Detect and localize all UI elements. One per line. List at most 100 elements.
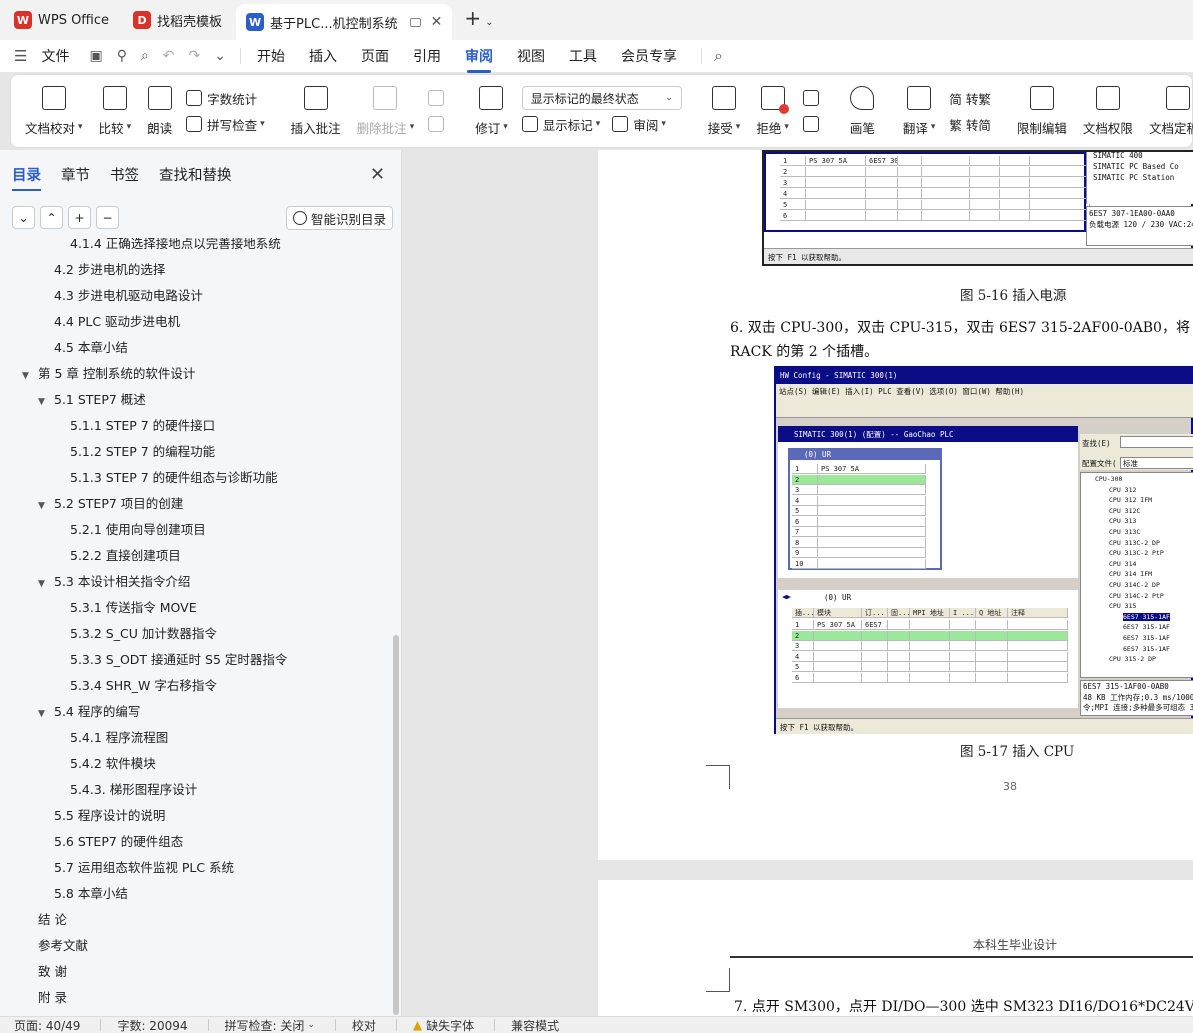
close-tab-icon[interactable]: ✕ xyxy=(431,14,443,30)
word-count-button[interactable]: 字数统计 xyxy=(186,85,265,111)
toc-item[interactable]: 5.4.2 软件模块 xyxy=(70,754,156,774)
menu-view[interactable]: 视图 xyxy=(517,46,545,66)
review-pane-button[interactable]: 审阅 ▾ xyxy=(612,115,666,134)
expand-triangle-icon[interactable]: ▼ xyxy=(38,574,54,594)
toc-item[interactable]: 附 录 xyxy=(38,988,67,1008)
page-indicator[interactable]: 页面: 40/49 xyxy=(14,1017,80,1033)
toc-item[interactable]: 5.7 运用组态软件监视 PLC 系统 xyxy=(54,858,234,878)
insert-comment-button[interactable]: 插入批注 xyxy=(291,85,341,137)
expand-triangle-icon[interactable]: ▼ xyxy=(38,392,54,412)
menu-tools[interactable]: 工具 xyxy=(569,46,597,66)
new-tab-icon[interactable]: + xyxy=(464,6,481,30)
nav-tab-bookmarks[interactable]: 书签 xyxy=(110,164,139,185)
read-aloud-button[interactable]: 朗读 xyxy=(147,85,172,137)
toc-item[interactable]: 5.2.1 使用向导创建项目 xyxy=(70,520,206,540)
toc-item[interactable]: ▼ 5.2 STEP7 项目的创建 xyxy=(38,494,183,514)
menu-review[interactable]: 审阅 xyxy=(465,46,493,73)
toc-item[interactable]: ▼ 5.4 程序的编写 xyxy=(38,702,140,722)
nav-tab-toc[interactable]: 目录 xyxy=(12,164,41,191)
toc-item[interactable]: 4.3 步进电机驱动电路设计 xyxy=(54,286,203,306)
expand-triangle-icon[interactable]: ▼ xyxy=(22,366,38,386)
delete-comment-button[interactable]: 删除批注 ▾ xyxy=(357,85,414,137)
hamburger-menu-icon[interactable]: ☰ xyxy=(14,47,27,65)
revise-button[interactable]: 修订 ▾ xyxy=(475,85,508,137)
nav-tab-find-replace[interactable]: 查找和替换 xyxy=(159,164,232,185)
spell-check-indicator[interactable]: 拼写检查: 关闭 ⌄ xyxy=(225,1017,315,1033)
print-preview-icon[interactable]: ⌕ xyxy=(141,48,149,64)
toc-item[interactable]: 5.1.2 STEP 7 的编程功能 xyxy=(70,442,215,462)
toc-item[interactable]: ▼ 第 5 章 控制系统的软件设计 xyxy=(22,364,195,384)
menu-home[interactable]: 开始 xyxy=(257,46,285,66)
expand-triangle-icon[interactable]: ▼ xyxy=(38,496,54,516)
word-count-indicator[interactable]: 字数: 20094 xyxy=(117,1017,187,1033)
search-icon[interactable]: ⌕ xyxy=(714,46,723,66)
show-markup-button[interactable]: 显示标记 ▾ xyxy=(521,115,600,134)
toc-item[interactable]: ▼ 5.3 本设计相关指令介绍 xyxy=(38,572,190,592)
quick-access-more-icon[interactable]: ⌄ xyxy=(214,48,226,64)
add-toc-entry-button[interactable]: + xyxy=(68,206,91,229)
window-mode-icon[interactable] xyxy=(409,17,421,27)
redo-icon[interactable]: ↷ xyxy=(189,48,201,64)
menu-file[interactable]: 文件 xyxy=(41,46,69,66)
menu-references[interactable]: 引用 xyxy=(413,46,441,66)
undo-icon[interactable]: ↶ xyxy=(163,48,175,64)
collapse-all-button[interactable]: ⌄ xyxy=(12,206,35,229)
restrict-edit-button[interactable]: 限制编辑 xyxy=(1017,85,1067,137)
toc-item[interactable]: ▼ 5.1 STEP7 概述 xyxy=(38,390,146,410)
toc-item[interactable]: 5.3.4 SHR_W 字右移指令 xyxy=(70,676,217,696)
doc-permission-button[interactable]: 文档权限 xyxy=(1083,85,1133,137)
save-icon[interactable]: ▣ xyxy=(89,48,102,64)
menu-page[interactable]: 页面 xyxy=(361,46,389,66)
next-revision-button[interactable] xyxy=(802,111,824,137)
remove-toc-entry-button[interactable]: − xyxy=(96,206,119,229)
toc-item[interactable]: 5.3.1 传送指令 MOVE xyxy=(70,598,197,618)
nav-tab-chapters[interactable]: 章节 xyxy=(61,164,90,185)
toc-item[interactable]: 5.2.2 直接创建项目 xyxy=(70,546,181,566)
table-cell xyxy=(888,672,910,683)
markup-state-dropdown[interactable]: 显示标记的最终状态 ⌄ xyxy=(521,86,682,110)
chevron-down-icon[interactable]: ⌄ xyxy=(485,17,493,28)
toc-item[interactable]: 致 谢 xyxy=(38,962,67,982)
expand-all-button[interactable]: ⌃ xyxy=(40,206,63,229)
toc-item[interactable]: 5.3.2 S_CU 加计数器指令 xyxy=(70,624,217,644)
missing-font-indicator[interactable]: ▲ 缺失字体 xyxy=(413,1017,474,1033)
menu-insert[interactable]: 插入 xyxy=(309,46,337,66)
close-icon[interactable]: ✕ xyxy=(370,164,385,185)
toc-item[interactable]: 5.4.1 程序流程图 xyxy=(70,728,168,748)
toc-item[interactable]: 4.4 PLC 驱动步进电机 xyxy=(54,312,180,332)
share-icon[interactable]: ⚲ xyxy=(117,48,127,64)
toc-item[interactable]: 4.1.4 正确选择接地点以完善接地系统 xyxy=(70,238,281,254)
toc-item[interactable]: 4.5 本章小结 xyxy=(54,338,128,358)
toc-item[interactable]: 结 论 xyxy=(38,910,67,930)
prev-comment-button[interactable] xyxy=(428,85,449,111)
doc-proof-button[interactable]: 文档校对 ▾ xyxy=(25,85,83,137)
next-comment-button[interactable] xyxy=(428,111,449,137)
pen-button[interactable]: 画笔 xyxy=(850,85,875,137)
tab-current-document[interactable]: W 基于PLC...机控制系统 ✕ xyxy=(236,4,453,40)
finalize-button[interactable]: 文档定稿▾ xyxy=(1149,85,1193,137)
toc-item[interactable]: 5.3.3 S_ODT 接通延时 S5 定时器指令 xyxy=(70,650,287,670)
compare-button[interactable]: 比较 ▾ xyxy=(99,85,131,137)
toc-item[interactable]: 4.2 步进电机的选择 xyxy=(54,260,165,280)
simp-to-trad-button[interactable]: 简 转繁 xyxy=(949,85,990,111)
nav-scrollbar-thumb[interactable] xyxy=(393,635,399,1015)
menu-member[interactable]: 会员专享 xyxy=(621,46,677,66)
tab-docer-templates[interactable]: D 找稻壳模板 xyxy=(123,4,232,36)
expand-triangle-icon[interactable]: ▼ xyxy=(38,704,54,724)
accept-button[interactable]: 接受 ▾ xyxy=(708,85,740,137)
toc-item[interactable]: 5.1.3 STEP 7 的硬件组态与诊断功能 xyxy=(70,468,278,488)
trad-to-simp-button[interactable]: 繁 转简 xyxy=(949,111,990,137)
spell-check-button[interactable]: 拼写检查 ▾ xyxy=(186,111,265,137)
translate-button[interactable]: 翻译 ▾ xyxy=(903,85,935,137)
toc-item[interactable]: 5.5 程序设计的说明 xyxy=(54,806,165,826)
proof-indicator[interactable]: 校对 xyxy=(352,1017,376,1033)
smart-toc-button[interactable]: 智能识别目录 xyxy=(286,206,394,230)
tab-wps-office[interactable]: W WPS Office xyxy=(4,4,119,36)
toc-item[interactable]: 参考文献 xyxy=(38,936,88,956)
toc-item[interactable]: 5.4.3. 梯形图程序设计 xyxy=(70,780,197,800)
toc-item[interactable]: 5.1.1 STEP 7 的硬件接口 xyxy=(70,416,215,436)
prev-revision-button[interactable] xyxy=(802,85,824,111)
toc-item[interactable]: 5.6 STEP7 的硬件组态 xyxy=(54,832,183,852)
reject-button[interactable]: 拒绝 ▾ xyxy=(756,85,789,137)
toc-item[interactable]: 5.8 本章小结 xyxy=(54,884,128,904)
